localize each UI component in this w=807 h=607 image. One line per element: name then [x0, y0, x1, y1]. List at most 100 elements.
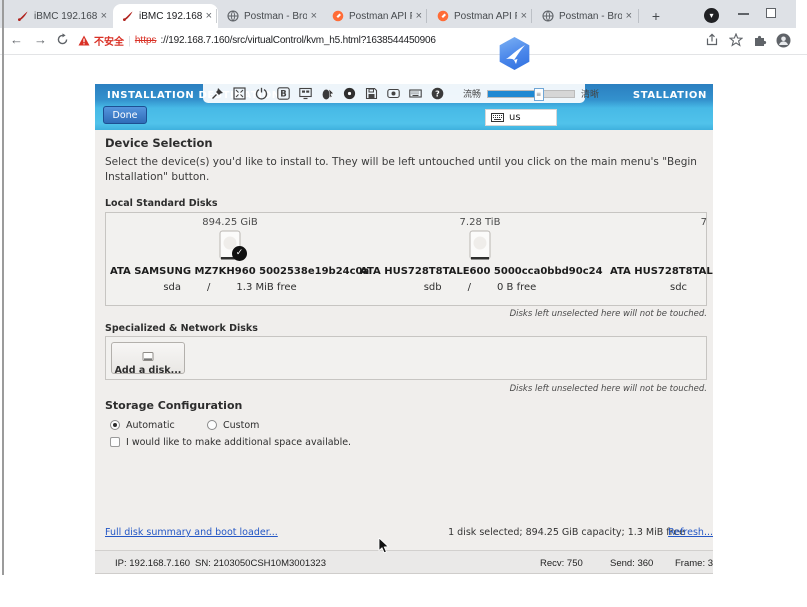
tab-search-icon[interactable]: ▾	[704, 8, 719, 23]
pin-icon[interactable]	[211, 87, 224, 100]
keyboard-b-icon[interactable]: B	[277, 87, 290, 100]
radio-automatic-label[interactable]: Automatic	[126, 420, 175, 431]
postman-favicon	[332, 10, 344, 22]
disk-mount: /	[468, 282, 471, 293]
extensions-puzzle-icon[interactable]	[753, 33, 767, 47]
disk-card-sda[interactable]: 894.25 GiB ✓ ATA SAMSUNG MZ7KH960 500253…	[110, 217, 350, 293]
disk-mount: /	[207, 282, 210, 293]
back-icon[interactable]: ←	[10, 32, 23, 47]
quality-slider[interactable]: ≡	[487, 90, 575, 98]
slider-clear-label: 清晰	[581, 87, 599, 100]
display-settings-icon[interactable]	[299, 87, 312, 100]
ibmc-favicon	[17, 10, 29, 22]
section-description: Select the device(s) you'd like to insta…	[105, 155, 701, 185]
maximize-icon[interactable]	[766, 8, 776, 18]
ibmc-favicon	[122, 10, 134, 22]
tab-postman-api-2[interactable]: Postman API Platfo ×	[428, 4, 533, 28]
tab-close-icon[interactable]: ×	[626, 10, 632, 22]
share-icon[interactable]	[705, 33, 719, 47]
screen: iBMC 192.168.7.16 × iBMC 192.168.7.16 × …	[0, 0, 807, 607]
disk-icon-wrap: ✓	[110, 230, 350, 266]
disk-name: ATA SAMSUNG MZ7KH960 5002538e19b24c0a	[110, 266, 350, 277]
disk-dev: sda	[163, 282, 181, 293]
save-icon[interactable]	[365, 87, 378, 100]
disk-size: 7.28 TiB	[360, 217, 600, 228]
slider-smooth-label: 流畅	[463, 87, 481, 100]
tab-postman-browse-1[interactable]: Postman - Browse ×	[218, 4, 323, 28]
checkbox-additional-space-label[interactable]: I would like to make additional space av…	[126, 437, 351, 448]
security-warning-label: 不安全	[94, 33, 124, 48]
status-send: Send: 360	[610, 558, 653, 569]
minimize-icon[interactable]	[738, 13, 749, 15]
help-icon[interactable]: ?	[431, 87, 444, 100]
screenshot-icon[interactable]	[387, 87, 400, 100]
kvm-toolbar: B	[203, 84, 585, 103]
installer-title-right: STALLATION	[633, 90, 707, 101]
hard-drive-icon	[468, 230, 492, 262]
add-disk-button[interactable]: Add a disk...	[111, 342, 185, 374]
tab-close-icon[interactable]: ×	[311, 10, 317, 22]
tab-separator	[426, 9, 427, 23]
disk-card-sdb[interactable]: 7.28 TiB ATA HUS728T8TALE600 5000cca0bbd…	[360, 217, 600, 293]
tab-close-icon[interactable]: ×	[101, 10, 107, 22]
tab-separator	[531, 9, 532, 23]
local-disks-title: Local Standard Disks	[105, 198, 218, 209]
kvm-video-frame: INSTALLATION DESTINATION STALLATION Done…	[95, 84, 713, 574]
record-icon[interactable]	[343, 87, 356, 100]
disk-details: sdb / 0 B free	[360, 282, 600, 293]
slider-fill	[488, 91, 538, 97]
disk-dev: sdb	[424, 282, 442, 293]
warning-triangle-icon	[78, 35, 90, 46]
refresh-link[interactable]: Refresh...	[668, 527, 713, 538]
full-disk-summary-link[interactable]: Full disk summary and boot loader...	[105, 527, 278, 538]
disk-free: 1.3 MiB free	[236, 282, 296, 293]
radio-custom[interactable]	[207, 420, 217, 430]
reload-icon[interactable]	[56, 33, 69, 46]
unselected-note: Disks left unselected here will not be t…	[510, 309, 707, 319]
keyboard-icon[interactable]	[409, 87, 422, 100]
keyboard-layout-select[interactable]: us	[485, 109, 557, 126]
installer-header: INSTALLATION DESTINATION STALLATION Done…	[95, 84, 713, 130]
disk-details: sdc	[610, 282, 713, 293]
tab-separator	[216, 9, 217, 23]
security-chip[interactable]: 不安全 | https://192.168.7.160/src/virtualC…	[78, 33, 436, 48]
quality-slider-group: 流畅 ≡ 清晰	[463, 87, 599, 100]
radio-custom-label[interactable]: Custom	[223, 420, 259, 431]
forward-icon[interactable]: →	[34, 32, 47, 47]
disk-selected-check-icon: ✓	[232, 246, 247, 261]
power-icon[interactable]	[255, 87, 268, 100]
tab-ibmc-1[interactable]: iBMC 192.168.7.16 ×	[8, 4, 113, 28]
disk-size: 894.25 GiB	[110, 217, 350, 228]
tab-postman-browse-2[interactable]: Postman - Browse ×	[533, 4, 638, 28]
status-sn: SN: 2103050CSH10M3001323	[195, 558, 326, 569]
tab-label: Postman API Platfo	[349, 11, 412, 22]
mouse-icon[interactable]	[321, 87, 334, 100]
new-tab-button[interactable]: +	[646, 6, 666, 26]
profile-avatar-icon[interactable]	[776, 33, 791, 48]
tab-postman-api-1[interactable]: Postman API Platfo ×	[323, 4, 428, 28]
svg-text:?: ?	[435, 89, 440, 98]
tab-ibmc-2-active[interactable]: iBMC 192.168.7.16 ×	[113, 4, 218, 28]
window-edge	[2, 0, 4, 575]
bookmark-star-icon[interactable]	[729, 33, 743, 47]
tab-close-icon[interactable]: ×	[206, 10, 212, 22]
keyboard-layout-value: us	[509, 112, 521, 123]
checkbox-additional-space[interactable]	[110, 437, 120, 447]
disk-card-sdc[interactable]: 7 ATA HUS728T8TAL sdc	[610, 217, 713, 293]
url-text: ://192.168.7.160/src/virtualControl/kvm_…	[161, 35, 436, 46]
fullscreen-icon[interactable]	[233, 87, 246, 100]
network-disks-title: Specialized & Network Disks	[105, 323, 258, 334]
radio-automatic[interactable]	[110, 420, 120, 430]
tab-label: iBMC 192.168.7.16	[139, 11, 202, 22]
tab-label: Postman - Browse	[559, 11, 622, 22]
slider-handle[interactable]: ≡	[534, 88, 544, 101]
chip-divider: |	[128, 35, 131, 47]
tab-close-icon[interactable]: ×	[521, 10, 527, 22]
done-button[interactable]: Done	[103, 106, 147, 124]
keyboard-icon	[491, 113, 504, 122]
globe-favicon	[227, 10, 239, 22]
status-ip: IP: 192.168.7.160	[115, 558, 190, 569]
selection-summary: 1 disk selected; 894.25 GiB capacity; 1.…	[448, 527, 685, 538]
globe-favicon	[542, 10, 554, 22]
tab-close-icon[interactable]: ×	[416, 10, 422, 22]
